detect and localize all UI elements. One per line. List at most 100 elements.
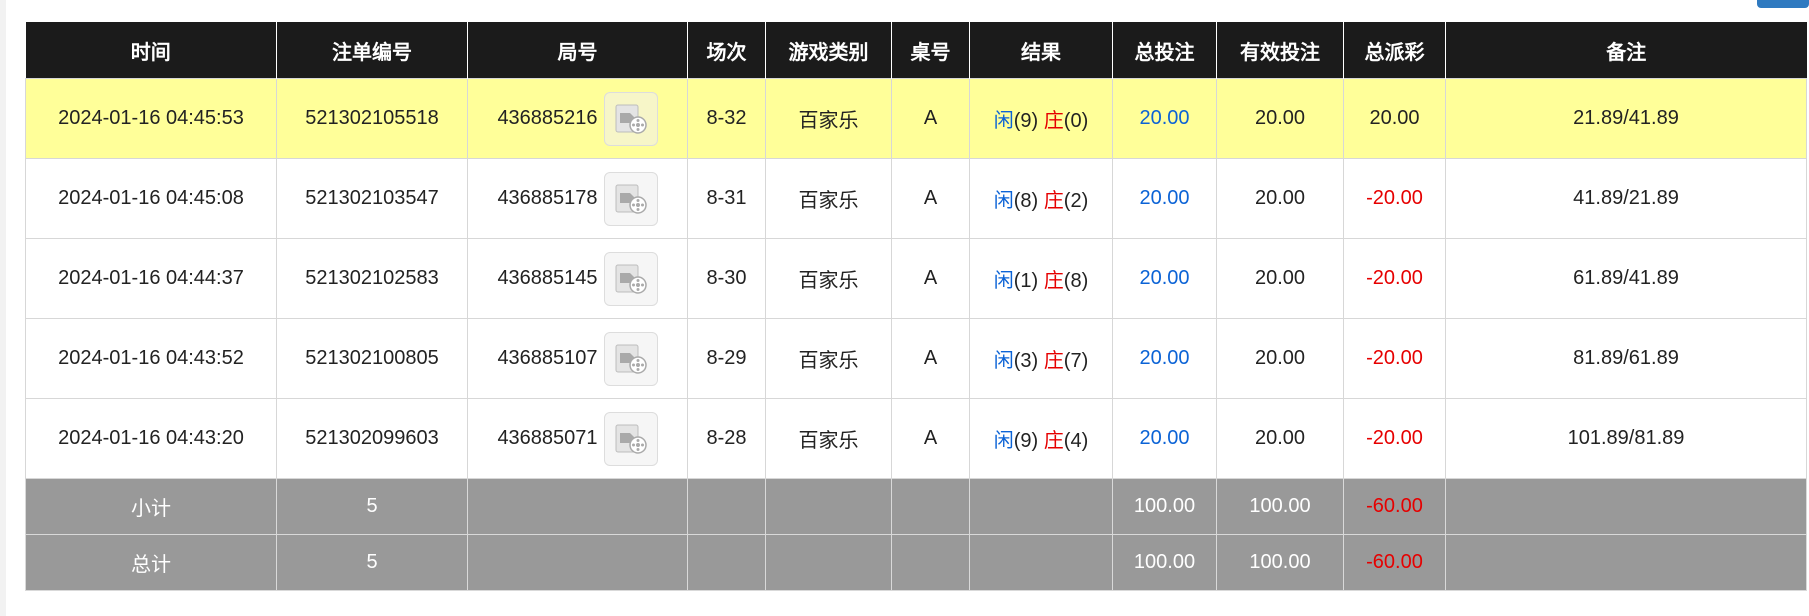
header-round-no[interactable]: 局号 — [467, 22, 688, 79]
table-row: 2024-01-16 04:44:37 521302102583 4368851… — [25, 238, 1807, 319]
video-replay-icon[interactable] — [603, 411, 658, 466]
cell-round-no: 436885178 — [467, 158, 688, 239]
cell-total-bet: 20.00 — [1112, 238, 1217, 319]
result-banker-value: (8) — [1063, 270, 1089, 292]
video-replay-icon[interactable] — [603, 91, 658, 146]
cell-payout: -20.00 — [1343, 158, 1446, 239]
cell-round-no: 436885145 — [467, 238, 688, 319]
result-banker-value: (2) — [1063, 190, 1089, 212]
cell-total-bet: 20.00 — [1112, 398, 1217, 479]
cell-time: 2024-01-16 04:43:52 — [25, 318, 277, 399]
bet-records-table: 时间 注单编号 局号 场次 游戏类别 桌号 结果 总投注 有效投注 总派彩 备注… — [25, 22, 1807, 591]
cell-bet-no: 521302102583 — [276, 238, 468, 319]
cell-result: 闲(3) 庄(7) — [969, 318, 1113, 399]
video-replay-icon[interactable] — [603, 331, 658, 386]
cell-round-no: 436885216 — [467, 78, 688, 159]
header-time[interactable]: 时间 — [25, 22, 277, 79]
round-no-text: 436885107 — [497, 347, 598, 369]
result-player-label: 闲 — [993, 270, 1014, 292]
result-player-label: 闲 — [993, 430, 1014, 452]
result-player-label: 闲 — [993, 110, 1014, 132]
result-banker-value: (7) — [1063, 350, 1089, 372]
header-total-payout[interactable]: 总派彩 — [1343, 22, 1446, 79]
cell-payout: -20.00 — [1343, 318, 1446, 399]
cell-bet-no: 521302100805 — [276, 318, 468, 399]
cell-valid-bet: 20.00 — [1216, 398, 1344, 479]
subtotal-label: 小计 — [25, 478, 277, 535]
grand-total-payout: -60.00 — [1343, 534, 1446, 591]
table-row: 2024-01-16 04:43:20 521302099603 4368850… — [25, 398, 1807, 479]
cell-total-bet: 20.00 — [1112, 158, 1217, 239]
header-game-type[interactable]: 游戏类别 — [765, 22, 892, 79]
header-result[interactable]: 结果 — [969, 22, 1113, 79]
table-header-row: 时间 注单编号 局号 场次 游戏类别 桌号 结果 总投注 有效投注 总派彩 备注 — [25, 22, 1807, 79]
cell-time: 2024-01-16 04:45:53 — [25, 78, 277, 159]
cell-game-type: 百家乐 — [765, 318, 892, 399]
subtotal-valid-bet: 100.00 — [1216, 478, 1344, 535]
cell-bet-no: 521302105518 — [276, 78, 468, 159]
cell-time: 2024-01-16 04:43:20 — [25, 398, 277, 479]
result-player-value: (9) — [1013, 110, 1039, 132]
header-valid-bet[interactable]: 有效投注 — [1216, 22, 1344, 79]
cell-result: 闲(9) 庄(4) — [969, 398, 1113, 479]
result-banker-value: (0) — [1063, 110, 1089, 132]
round-no-text: 436885216 — [497, 107, 598, 129]
table-row: 2024-01-16 04:45:53 521302105518 4368852… — [25, 78, 1807, 159]
cell-game-type: 百家乐 — [765, 238, 892, 319]
cell-game-type: 百家乐 — [765, 78, 892, 159]
grand-total-count: 5 — [276, 534, 468, 591]
header-session[interactable]: 场次 — [687, 22, 766, 79]
cell-session: 8-28 — [687, 398, 766, 479]
subtotal-count: 5 — [276, 478, 468, 535]
result-banker-label: 庄 — [1043, 430, 1064, 452]
cell-table-no: A — [891, 158, 970, 239]
video-replay-icon[interactable] — [603, 251, 658, 306]
cell-session: 8-29 — [687, 318, 766, 399]
cell-bet-no: 521302103547 — [276, 158, 468, 239]
grand-total-row: 总计 5 100.00 100.00 -60.00 — [25, 534, 1807, 591]
result-banker-label: 庄 — [1043, 110, 1064, 132]
grand-total-total-bet: 100.00 — [1112, 534, 1217, 591]
cell-result: 闲(8) 庄(2) — [969, 158, 1113, 239]
video-replay-icon[interactable] — [603, 171, 658, 226]
cell-game-type: 百家乐 — [765, 398, 892, 479]
result-player-value: (8) — [1013, 190, 1039, 212]
cell-total-bet: 20.00 — [1112, 318, 1217, 399]
cell-remark: 81.89/61.89 — [1445, 318, 1807, 399]
result-player-value: (3) — [1013, 350, 1039, 372]
result-banker-label: 庄 — [1043, 270, 1064, 292]
header-remark[interactable]: 备注 — [1445, 22, 1807, 79]
header-table-no[interactable]: 桌号 — [891, 22, 970, 79]
left-edge-divider — [0, 0, 6, 616]
cell-bet-no: 521302099603 — [276, 398, 468, 479]
cell-session: 8-31 — [687, 158, 766, 239]
corner-button[interactable] — [1757, 0, 1809, 8]
subtotal-total-bet: 100.00 — [1112, 478, 1217, 535]
cell-round-no: 436885071 — [467, 398, 688, 479]
round-no-text: 436885145 — [497, 267, 598, 289]
result-banker-value: (4) — [1063, 430, 1089, 452]
round-no-text: 436885071 — [497, 427, 598, 449]
cell-game-type: 百家乐 — [765, 158, 892, 239]
cell-total-bet: 20.00 — [1112, 78, 1217, 159]
cell-valid-bet: 20.00 — [1216, 158, 1344, 239]
cell-session: 8-32 — [687, 78, 766, 159]
grand-total-valid-bet: 100.00 — [1216, 534, 1344, 591]
subtotal-row: 小计 5 100.00 100.00 -60.00 — [25, 478, 1807, 535]
result-player-value: (1) — [1013, 270, 1039, 292]
cell-valid-bet: 20.00 — [1216, 318, 1344, 399]
cell-valid-bet: 20.00 — [1216, 78, 1344, 159]
subtotal-payout: -60.00 — [1343, 478, 1446, 535]
cell-session: 8-30 — [687, 238, 766, 319]
header-total-bet[interactable]: 总投注 — [1112, 22, 1217, 79]
cell-result: 闲(1) 庄(8) — [969, 238, 1113, 319]
cell-table-no: A — [891, 238, 970, 319]
cell-valid-bet: 20.00 — [1216, 238, 1344, 319]
table-row: 2024-01-16 04:45:08 521302103547 4368851… — [25, 158, 1807, 239]
result-banker-label: 庄 — [1043, 350, 1064, 372]
table-row: 2024-01-16 04:43:52 521302100805 4368851… — [25, 318, 1807, 399]
cell-payout: 20.00 — [1343, 78, 1446, 159]
header-bet-no[interactable]: 注单编号 — [276, 22, 468, 79]
cell-time: 2024-01-16 04:45:08 — [25, 158, 277, 239]
result-banker-label: 庄 — [1043, 190, 1064, 212]
